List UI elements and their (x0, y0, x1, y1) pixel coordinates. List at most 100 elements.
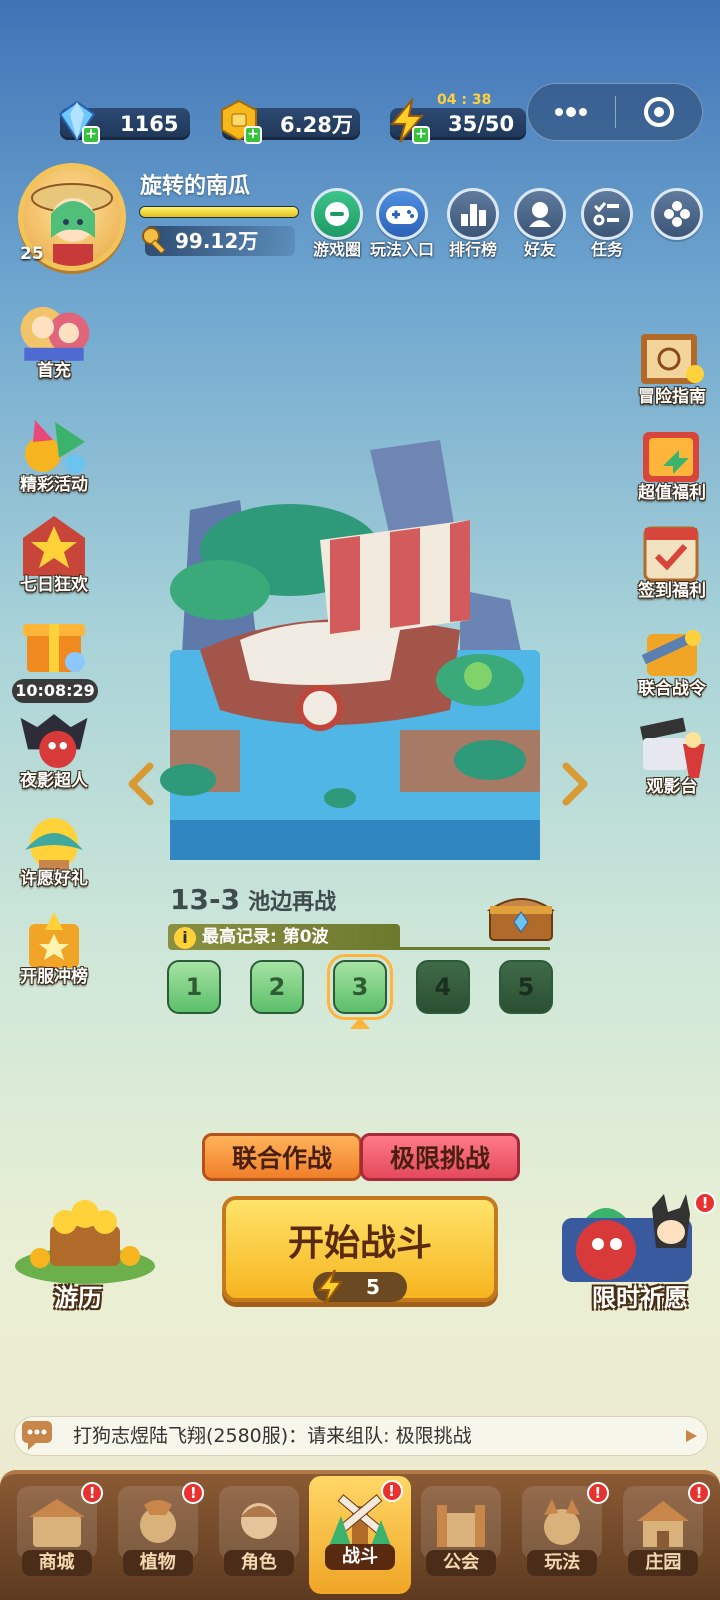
energy-cost-icon (317, 1269, 343, 1305)
side-item-cinema[interactable]: 观影台 (626, 714, 718, 797)
nav-battle[interactable]: 战斗 ! (309, 1476, 411, 1594)
gift-countdown: 10:08:29 (12, 679, 98, 703)
gems-value: 1165 (120, 112, 179, 136)
limit-challenge-tab[interactable]: 极限挑战 (360, 1133, 520, 1181)
wish-banner-icon (562, 1194, 692, 1282)
character-icon (240, 1503, 277, 1539)
wave-4[interactable]: 4 (416, 960, 470, 1014)
nav-gameplay-badge-icon: ! (586, 1482, 609, 1504)
player-level: 25 (20, 244, 44, 264)
nav-battle-badge-icon: ! (380, 1480, 403, 1502)
tasks-icon (593, 202, 619, 226)
nav-battle-label: 战斗 (324, 1544, 395, 1570)
side-item-events[interactable]: 精彩活动 (8, 412, 100, 495)
gold-counter[interactable]: + 6.28万 (221, 99, 360, 144)
treasure-pile-icon (15, 1200, 155, 1284)
ranking-label: 排行榜 (448, 240, 497, 259)
plant-icon (139, 1500, 176, 1543)
limited-wish-button[interactable]: ! 限时祈愿 (556, 1188, 716, 1318)
gameplay-icon (544, 1499, 581, 1545)
nav-shop-badge-icon: ! (81, 1482, 104, 1504)
adventure-guide-label: 冒险指南 (638, 387, 706, 407)
next-stage-arrow-icon[interactable] (560, 762, 592, 806)
events-label: 精彩活动 (20, 475, 88, 495)
game-circle-label: 游戏圈 (312, 240, 361, 259)
wave-3-selected[interactable]: 3 (327, 954, 393, 1020)
wave-1[interactable]: 1 (167, 960, 221, 1014)
treasure-chest-icon[interactable] (486, 888, 556, 944)
nav-characters-label: 角色 (223, 1550, 294, 1576)
side-item-adventure-guide[interactable]: 冒险指南 (626, 324, 718, 407)
wave-2[interactable]: 2 (250, 960, 304, 1014)
nav-manor[interactable]: 庄园 ! (613, 1482, 714, 1600)
energy-counter[interactable]: + 35/50 (389, 98, 526, 144)
tasks-button[interactable]: 任务 (572, 188, 642, 260)
battle-pass-label: 联合战令 (638, 679, 706, 699)
guild-icon (437, 1505, 486, 1547)
side-item-checkin[interactable]: 签到福利 (626, 518, 718, 601)
wish-gift-label: 许愿好礼 (20, 869, 88, 889)
side-item-first-charge[interactable]: 首充 (8, 298, 100, 381)
gems-counter[interactable]: + 1165 (58, 100, 190, 144)
nav-guild[interactable]: 公会 (411, 1482, 512, 1600)
nav-gameplay[interactable]: 玩法 ! (512, 1482, 613, 1600)
energy-timer: 04 : 38 (437, 92, 492, 108)
nav-manor-label: 庄园 (628, 1550, 699, 1576)
gameplay-entry-button[interactable]: 玩法入口 (367, 188, 437, 260)
chat-message: 打狗志煜陆飞翔(2580服)：请来组队: 极限挑战 (73, 1425, 472, 1447)
record-underline (395, 947, 550, 950)
chat-expand-icon[interactable] (684, 1429, 698, 1443)
nav-plants-badge-icon: ! (182, 1482, 205, 1504)
game-circle-icon (325, 202, 349, 226)
tasks-label: 任务 (590, 240, 623, 259)
side-item-gift-box[interactable] (8, 608, 100, 676)
travel-button[interactable]: 游历 (10, 1196, 160, 1316)
checkin-label: 签到福利 (638, 581, 706, 601)
side-item-night-hero[interactable]: 夜影超人 (8, 708, 100, 791)
ranking-button[interactable]: 排行榜 (438, 188, 508, 260)
friends-icon (529, 202, 551, 227)
stage-island-map[interactable] (160, 440, 560, 870)
add-gems-icon[interactable]: + (82, 126, 100, 144)
chat-ticker[interactable]: 打狗志煜陆飞翔(2580服)：请来组队: 极限挑战 (14, 1416, 708, 1456)
mini-program-capsule (527, 83, 703, 141)
side-item-seven-day[interactable]: 七日狂欢 (8, 512, 100, 595)
xp-bar (139, 206, 299, 218)
wish-alert-icon: ! (694, 1192, 716, 1214)
more-icon (664, 201, 690, 227)
nav-characters[interactable]: 角色 (208, 1482, 309, 1600)
side-item-value-welfare[interactable]: 超值福利 (626, 420, 718, 503)
ranking-icon (461, 204, 486, 226)
nav-plants[interactable]: 植物 ! (107, 1482, 208, 1600)
value-welfare-label: 超值福利 (638, 483, 706, 503)
add-gold-icon[interactable]: + (244, 126, 262, 144)
player-name: 旋转的南瓜 (140, 174, 251, 199)
nav-manor-badge-icon: ! (687, 1482, 710, 1504)
gold-value: 6.28万 (280, 113, 353, 137)
add-energy-icon[interactable]: + (412, 126, 430, 144)
wave-5[interactable]: 5 (499, 960, 553, 1014)
gift-box-icon (23, 624, 85, 672)
friends-label: 好友 (523, 240, 556, 259)
side-item-server-rank[interactable]: 开服冲榜 (8, 904, 100, 987)
more-options-button[interactable] (528, 84, 615, 140)
nav-shop[interactable]: 商城 ! (6, 1482, 107, 1600)
more-dots-icon (555, 107, 588, 117)
coop-battle-tab[interactable]: 联合作战 (202, 1133, 362, 1181)
start-battle-label: 开始战斗 (287, 1223, 432, 1264)
close-program-button[interactable] (616, 84, 703, 140)
prev-stage-arrow-icon[interactable] (124, 762, 156, 806)
nav-gameplay-label: 玩法 (527, 1550, 598, 1576)
side-item-wish-gift[interactable]: 许愿好礼 (8, 806, 100, 889)
target-icon (643, 97, 674, 127)
xp-fill (140, 207, 298, 217)
side-item-battle-pass[interactable]: 联合战令 (626, 616, 718, 699)
game-circle-button[interactable]: 游戏圈 (302, 188, 372, 260)
start-battle-button[interactable]: 开始战斗 5 (222, 1196, 498, 1305)
more-menu-button[interactable] (642, 188, 712, 240)
start-cost: 5 (313, 1269, 407, 1305)
limited-wish-label: 限时祈愿 (592, 1284, 688, 1312)
bottom-nav: 商城 ! 植物 ! 角色 战斗 ! 公会 玩法 ! 庄园 ! (0, 1470, 720, 1600)
friends-button[interactable]: 好友 (505, 188, 575, 260)
key-icon (142, 227, 166, 255)
